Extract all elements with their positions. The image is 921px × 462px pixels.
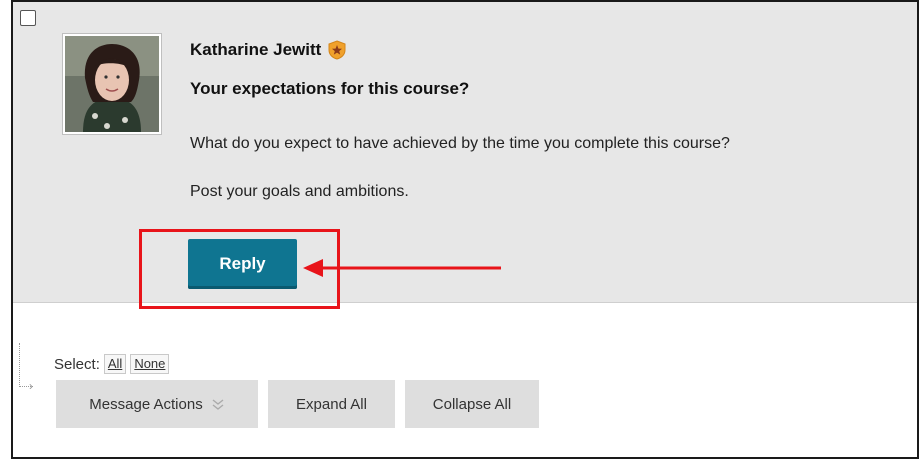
collapse-all-button[interactable]: Collapse All [405, 380, 539, 428]
discussion-frame: Katharine Jewitt Your expectations for t… [11, 0, 919, 459]
avatar-photo-icon [65, 36, 159, 132]
select-label: Select: [54, 355, 100, 373]
post-author[interactable]: Katharine Jewitt [190, 40, 347, 60]
connector-arrow-icon: › [29, 379, 33, 393]
expand-all-button[interactable]: Expand All [268, 380, 395, 428]
avatar [62, 33, 162, 135]
message-actions-label: Message Actions [89, 395, 203, 413]
post-select-checkbox[interactable] [20, 10, 36, 26]
post-title: Your expectations for this course? [190, 79, 470, 98]
select-controls: Select: All None [54, 354, 170, 374]
post-body-line: What do you expect to have achieved by t… [190, 135, 730, 152]
post-body-line: Post your goals and ambitions. [190, 183, 409, 200]
annotation-arrow-icon [303, 259, 501, 277]
chevron-down-icon [212, 399, 224, 410]
star-badge-icon [328, 40, 346, 60]
select-none-link[interactable]: None [130, 354, 170, 374]
message-actions-button[interactable]: Message Actions [56, 380, 258, 428]
author-name[interactable]: Katharine Jewitt [190, 40, 321, 60]
select-all-link[interactable]: All [103, 354, 127, 374]
